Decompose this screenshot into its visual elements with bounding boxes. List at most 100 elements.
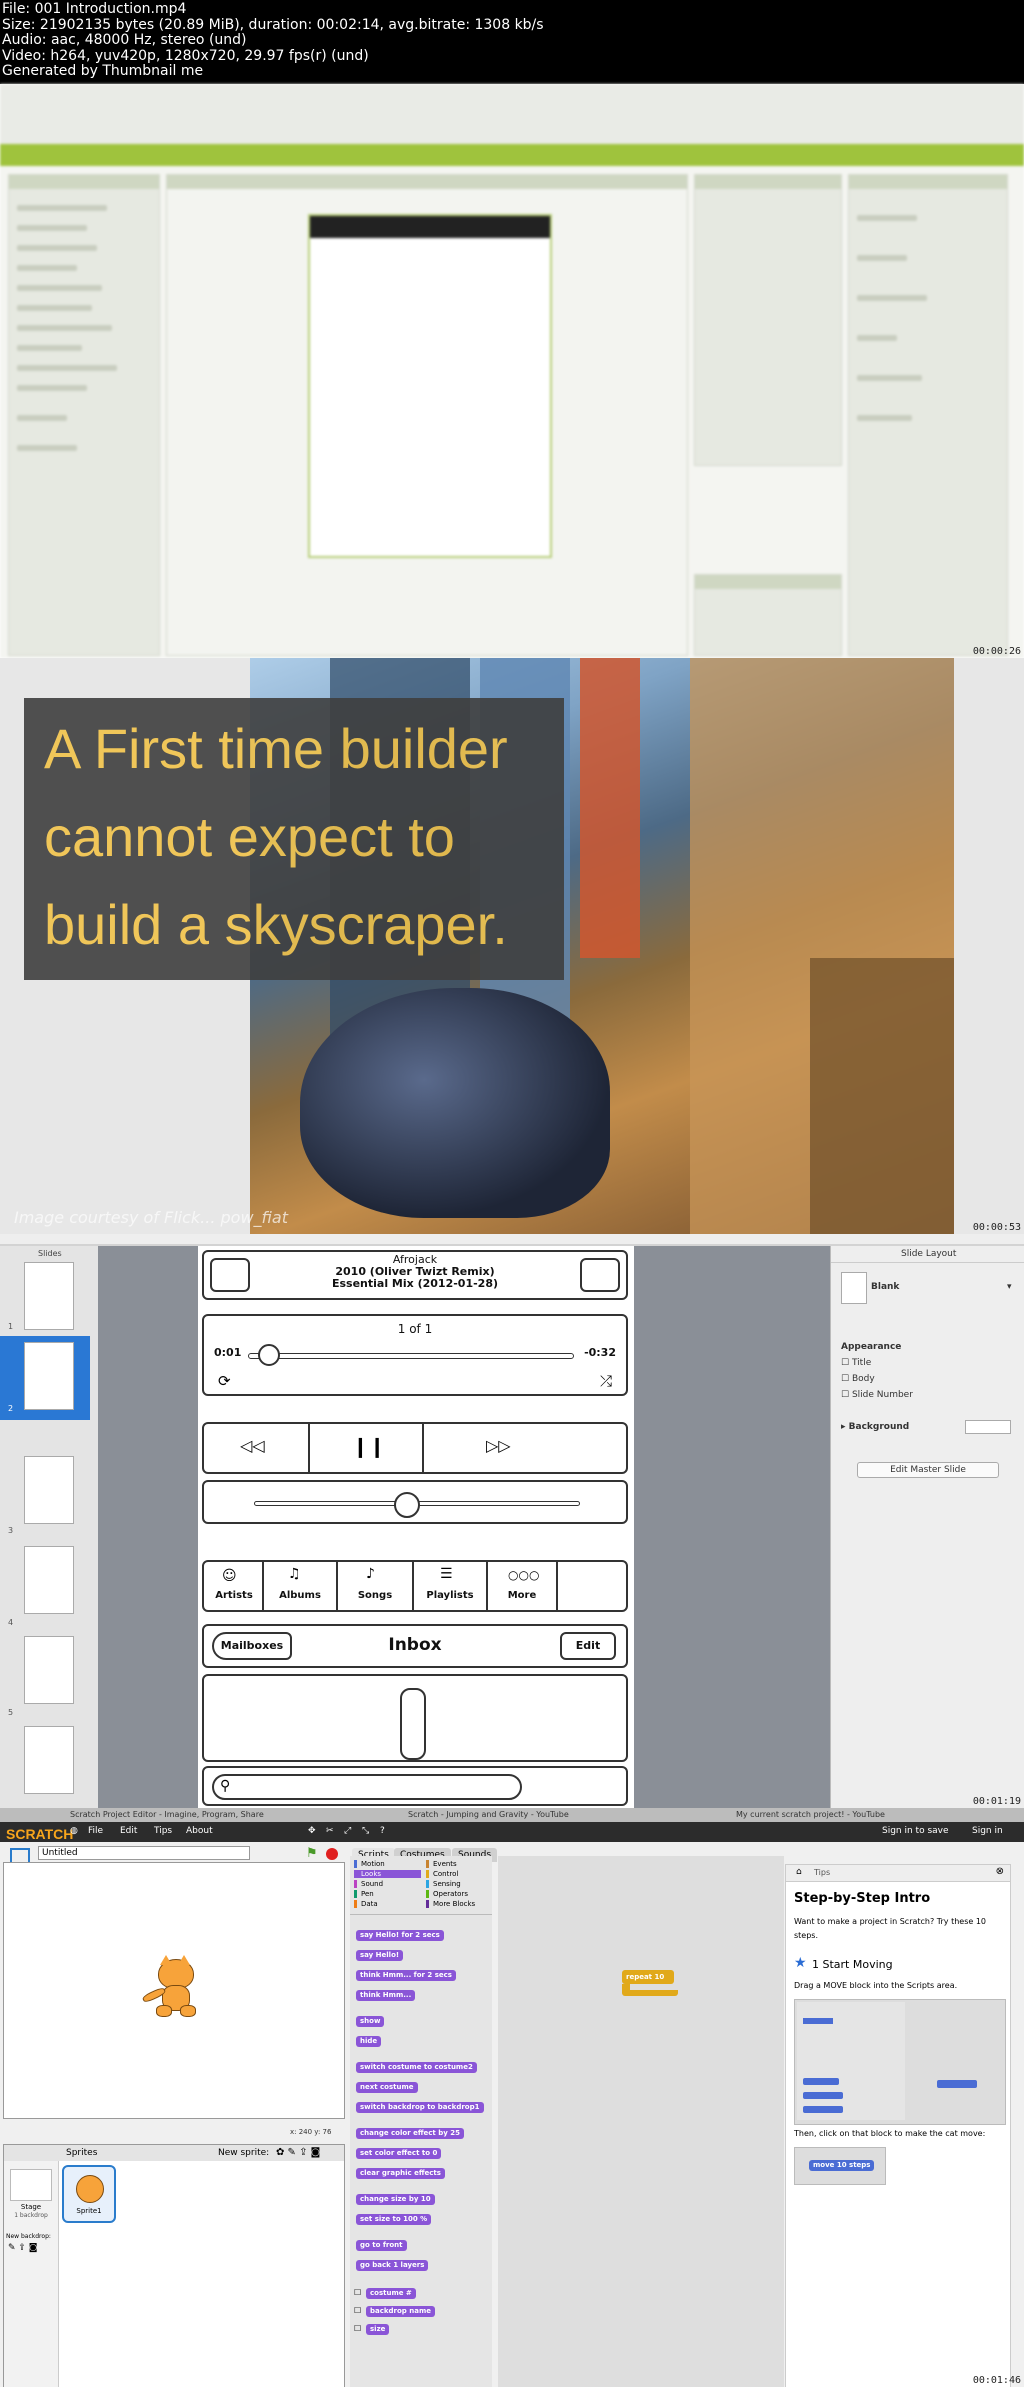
tab-artists[interactable]: Artists bbox=[206, 1590, 262, 1601]
block-go-back-layers[interactable]: go back 1 layers bbox=[356, 2260, 429, 2271]
checkbox-icon[interactable]: ☐ bbox=[354, 2306, 361, 2315]
info-line: Video: h264, yuv420p, 1280x720, 29.97 fp… bbox=[2, 47, 369, 64]
frame-app-inventor bbox=[0, 84, 1024, 658]
chevron-down-icon[interactable]: ▾ bbox=[1007, 1282, 1012, 1292]
block-next-costume[interactable]: next costume bbox=[356, 2082, 418, 2093]
checkbox-icon[interactable]: ☐ bbox=[354, 2288, 361, 2297]
edit-master-slide-button[interactable]: Edit Master Slide bbox=[857, 1462, 999, 1478]
block-say[interactable]: say Hello! bbox=[356, 1950, 404, 1961]
green-flag-icon[interactable]: ⚑ bbox=[306, 1846, 318, 1861]
inbox-title: Inbox bbox=[388, 1635, 442, 1655]
block-say-for-secs[interactable]: say Hello! for 2 secs bbox=[356, 1930, 444, 1941]
grow-icon[interactable]: ⤢ bbox=[344, 1826, 351, 1836]
block-set-effect[interactable]: set color effect to 0 bbox=[356, 2148, 442, 2159]
tab-albums[interactable]: Albums bbox=[264, 1590, 336, 1601]
slide-thumbnail-selected[interactable] bbox=[24, 1342, 74, 1410]
checkbox-icon[interactable]: ☐ bbox=[354, 2324, 361, 2333]
slide-thumbnail[interactable] bbox=[24, 1546, 74, 1614]
block-repeat[interactable]: repeat 10 bbox=[622, 1970, 674, 1984]
pause-icon[interactable]: ❙❙ bbox=[352, 1434, 386, 1458]
slide-navigator[interactable]: Slides 1 2 3 4 5 bbox=[0, 1246, 99, 1808]
edit-button[interactable]: Edit bbox=[560, 1632, 616, 1660]
backdrop-tool-icons[interactable]: ✎ ⇪ ◙ bbox=[8, 2243, 38, 2253]
browser-tab[interactable]: My current scratch project! - YouTube bbox=[736, 1810, 885, 1819]
sign-in-to-save[interactable]: Sign in to save bbox=[882, 1826, 949, 1836]
menu-about[interactable]: About bbox=[186, 1826, 213, 1836]
shrink-icon[interactable]: ⤡ bbox=[362, 1826, 369, 1836]
cut-icon[interactable]: ✂ bbox=[326, 1826, 334, 1836]
checkbox-label: Slide Number bbox=[851, 1390, 913, 1400]
category-motion[interactable]: Motion bbox=[354, 1860, 385, 1868]
stage-thumbnail[interactable] bbox=[10, 2169, 52, 2201]
block-change-size[interactable]: change size by 10 bbox=[356, 2194, 435, 2205]
checkbox-title[interactable]: ☐ Title bbox=[841, 1358, 871, 1368]
frame-scratch-editor: Scratch Project Editor - Imagine, Progra… bbox=[0, 1808, 1024, 2387]
mail-body bbox=[202, 1674, 628, 1762]
checkbox-slide-number[interactable]: ☐ Slide Number bbox=[841, 1390, 913, 1400]
background-color-well[interactable] bbox=[965, 1420, 1011, 1434]
menu-tips[interactable]: Tips bbox=[154, 1826, 172, 1836]
stop-icon[interactable] bbox=[326, 1848, 338, 1860]
volume-knob[interactable] bbox=[394, 1492, 420, 1518]
mailboxes-button[interactable]: Mailboxes bbox=[212, 1632, 292, 1660]
layout-name[interactable]: Blank bbox=[871, 1282, 899, 1292]
project-title-field[interactable]: Untitled bbox=[38, 1846, 250, 1860]
category-sound[interactable]: Sound bbox=[354, 1880, 383, 1888]
block-show[interactable]: show bbox=[356, 2016, 385, 2027]
category-looks[interactable]: Looks bbox=[354, 1870, 421, 1878]
shuffle-icon[interactable]: ⤮ bbox=[600, 1372, 612, 1390]
tab-more[interactable]: More bbox=[488, 1590, 556, 1601]
block-switch-backdrop[interactable]: switch backdrop to backdrop1 bbox=[356, 2102, 484, 2113]
category-events[interactable]: Events bbox=[426, 1860, 457, 1868]
category-data[interactable]: Data bbox=[354, 1900, 378, 1908]
duplicate-icon[interactable]: ✥ bbox=[308, 1826, 316, 1836]
block-move-steps[interactable]: move 10 steps bbox=[809, 2160, 875, 2171]
close-icon[interactable]: ⊗ bbox=[996, 1866, 1004, 1877]
sprite1-thumbnail[interactable]: Sprite1 bbox=[62, 2165, 116, 2223]
background-disclosure[interactable]: ▸ Background bbox=[841, 1422, 909, 1432]
tab-playlists[interactable]: Playlists bbox=[414, 1590, 486, 1601]
previous-icon[interactable]: ◁◁ bbox=[240, 1436, 265, 1455]
next-icon[interactable]: ▷▷ bbox=[486, 1436, 511, 1455]
scripts-area[interactable]: repeat 10 bbox=[498, 1856, 784, 2387]
help-icon[interactable]: ? bbox=[380, 1826, 385, 1836]
search-field-sketch[interactable]: ⚲ bbox=[212, 1774, 522, 1800]
cat-sprite[interactable] bbox=[140, 1955, 210, 2025]
globe-icon[interactable]: ◍ bbox=[70, 1826, 78, 1836]
reporter-costume-number[interactable]: costume # bbox=[366, 2288, 416, 2299]
scratch-logo[interactable]: SCRATCH bbox=[6, 1826, 73, 1842]
category-operators[interactable]: Operators bbox=[426, 1890, 468, 1898]
block-hide[interactable]: hide bbox=[356, 2036, 382, 2047]
reporter-backdrop-name[interactable]: backdrop name bbox=[366, 2306, 436, 2317]
browser-tab[interactable]: Scratch Project Editor - Imagine, Progra… bbox=[70, 1810, 264, 1819]
category-control[interactable]: Control bbox=[426, 1870, 458, 1878]
menu-file[interactable]: File bbox=[88, 1826, 103, 1836]
tab-songs[interactable]: Songs bbox=[338, 1590, 412, 1601]
block-change-effect[interactable]: change color effect by 25 bbox=[356, 2128, 464, 2139]
reporter-size[interactable]: size bbox=[366, 2324, 390, 2335]
block-go-to-front[interactable]: go to front bbox=[356, 2240, 407, 2251]
slide-thumbnail[interactable] bbox=[24, 1636, 74, 1704]
checkbox-body[interactable]: ☐ Body bbox=[841, 1374, 875, 1384]
sprite-tool-icons[interactable]: ✿ ✎ ⇪ ◙ bbox=[276, 2147, 320, 2158]
block-think-for-secs[interactable]: think Hmm... for 2 secs bbox=[356, 1970, 456, 1981]
block-think[interactable]: think Hmm... bbox=[356, 1990, 416, 2001]
block-clear-effects[interactable]: clear graphic effects bbox=[356, 2168, 445, 2179]
scrubber-knob[interactable] bbox=[258, 1344, 280, 1366]
category-pen[interactable]: Pen bbox=[354, 1890, 374, 1898]
menu-edit[interactable]: Edit bbox=[120, 1826, 137, 1836]
slide-thumbnail[interactable] bbox=[24, 1262, 74, 1330]
block-set-size[interactable]: set size to 100 % bbox=[356, 2214, 432, 2225]
tips-illustration bbox=[794, 1999, 1006, 2125]
stage-area[interactable] bbox=[3, 1862, 345, 2119]
category-sensing[interactable]: Sensing bbox=[426, 1880, 461, 1888]
category-more-blocks[interactable]: More Blocks bbox=[426, 1900, 475, 1908]
sign-in-link[interactable]: Sign in bbox=[972, 1826, 1003, 1836]
slide-thumbnail[interactable] bbox=[24, 1726, 74, 1794]
slide-thumbnail[interactable] bbox=[24, 1456, 74, 1524]
home-icon[interactable]: ⌂ bbox=[796, 1867, 802, 1877]
browser-tab[interactable]: Scratch - Jumping and Gravity - YouTube bbox=[408, 1810, 569, 1819]
quote-line: cannot expect to bbox=[44, 805, 455, 868]
block-switch-costume[interactable]: switch costume to costume2 bbox=[356, 2062, 477, 2073]
repeat-icon[interactable]: ⟳ bbox=[218, 1372, 231, 1390]
